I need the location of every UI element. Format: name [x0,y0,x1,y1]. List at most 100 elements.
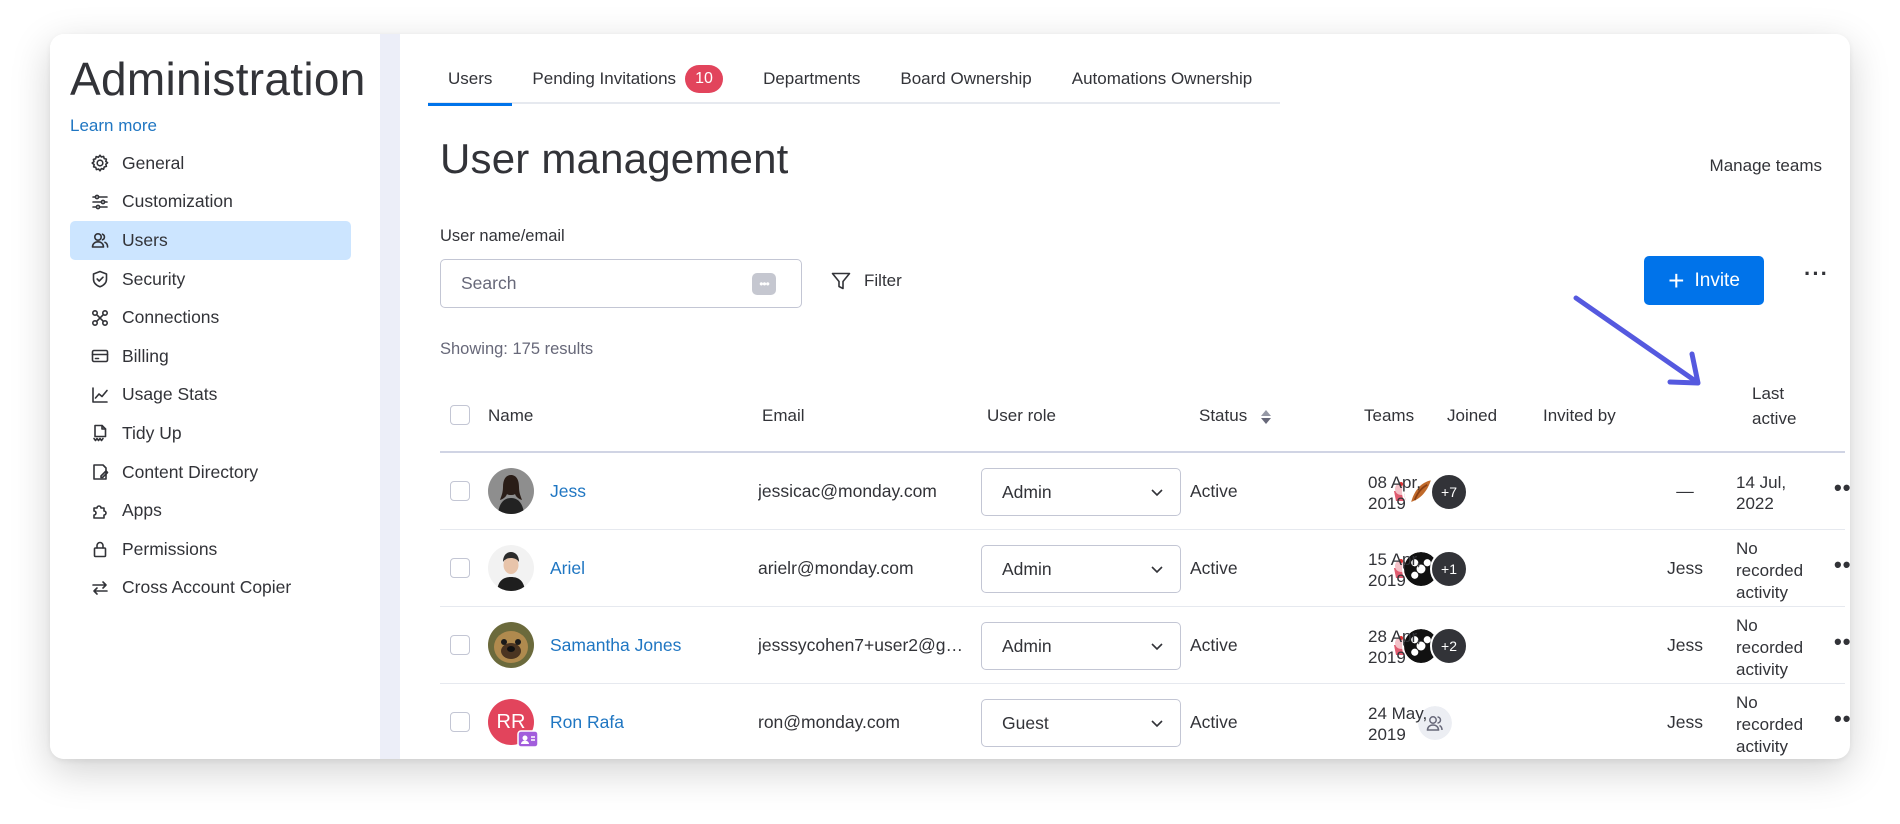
chevron-down-icon [1151,643,1163,651]
joined-date-line: 2019 [1368,648,1406,667]
sidebar-item-permissions[interactable]: Permissions [70,530,351,569]
user-role-dropdown[interactable]: Admin [981,468,1181,516]
row-checkbox[interactable] [450,635,470,655]
user-role-dropdown[interactable]: Admin [981,545,1181,593]
sidebar-item-label: Billing [122,345,169,366]
tab-users[interactable]: Users [428,54,513,106]
user-role-value: Admin [1002,481,1052,502]
sliders-icon [90,192,110,212]
sidebar-item-users[interactable]: Users [70,221,351,260]
last-active: No recorded activity [1736,615,1803,681]
sidebar-item-apps[interactable]: Apps [70,491,351,530]
teams-more-count: +1 [1430,550,1468,588]
user-name-link[interactable]: Ariel [550,558,585,579]
joined-date: 15 Apr, 2019 [1368,549,1421,591]
user-role-value: Admin [1002,558,1052,579]
user-role-value: Guest [1002,712,1049,733]
sidebar-item-label: Users [122,229,168,250]
row-more-icon[interactable]: ••• [1834,552,1850,578]
sidebar-item-label: Security [122,268,186,289]
learn-more-link[interactable]: Learn more [70,116,157,136]
row-more-icon[interactable]: ••• [1834,706,1850,732]
col-last-active: Last active [1752,381,1796,431]
last-active: No recorded activity [1736,692,1803,758]
user-name-link[interactable]: Ron Rafa [550,712,624,733]
user-role-dropdown[interactable]: Admin [981,622,1181,670]
plus-icon: + [1668,264,1685,296]
sidebar-item-general[interactable]: General [70,144,351,183]
col-status[interactable]: Status [1199,406,1272,426]
col-name: Name [488,406,534,425]
tab-label: Users [448,69,493,88]
chevron-down-icon [1151,566,1163,574]
line-chart-icon [90,385,110,405]
col-user-role: User role [987,406,1056,425]
search-options-icon[interactable]: ••• [752,273,776,295]
sidebar-item-customization[interactable]: Customization [70,183,351,222]
tab-label: Pending Invitations [532,69,677,88]
row-checkbox[interactable] [450,481,470,501]
tab-automations-ownership[interactable]: Automations Ownership [1052,54,1272,104]
last-active-line: 14 Jul, [1736,473,1787,492]
tab-bar: Users Pending Invitations 10 Departments… [428,54,1280,106]
avatar: RR [488,699,539,748]
sidebar-item-label: Tidy Up [122,422,182,443]
sidebar-item-cross-account-copier[interactable]: Cross Account Copier [70,569,351,608]
sidebar-item-security[interactable]: Security [70,260,351,299]
user-name-link[interactable]: Jess [550,481,586,502]
joined-date-line: 2019 [1368,725,1406,744]
joined-date-line: 24 May, [1368,704,1428,723]
row-checkbox[interactable] [450,558,470,578]
table-header: Name Email User role Status Teams Joined… [440,377,1845,453]
sidebar-divider [380,34,400,759]
joined-date-line: 15 Apr, [1368,550,1421,569]
sidebar-title: Administration [70,53,366,105]
user-status: Active [1190,558,1238,578]
user-role-dropdown[interactable]: Guest [981,699,1181,747]
col-email: Email [762,406,805,425]
table-row: RR Ron Rafa ron@monday.com Guest Active … [440,684,1850,759]
sort-icon [1260,409,1271,424]
sidebar-item-tidy-up[interactable]: Tidy Up [70,414,351,453]
col-invited-by: Invited by [1543,406,1616,425]
select-all-checkbox[interactable] [450,405,470,425]
sidebar-item-label: Apps [122,500,162,521]
teams-more-count: +7 [1430,473,1468,511]
last-active-line: No [1736,539,1758,558]
sidebar-item-label: Cross Account Copier [122,577,292,598]
user-role-value: Admin [1002,635,1052,656]
row-more-icon[interactable]: ••• [1834,629,1850,655]
search-box: ••• [440,259,802,308]
credit-card-icon [90,346,110,366]
sidebar-item-label: Connections [122,307,220,328]
sidebar-item-usage-stats[interactable]: Usage Stats [70,376,351,415]
tab-board-ownership[interactable]: Board Ownership [880,54,1051,104]
joined-date-line: 2019 [1368,571,1406,590]
tab-pending-invitations[interactable]: Pending Invitations 10 [512,54,743,104]
user-email: arielr@monday.com [758,558,914,578]
guest-badge-icon [517,730,539,748]
sidebar-item-label: Permissions [122,538,218,559]
last-active: 14 Jul, 2022 [1736,472,1786,514]
filter-button[interactable]: Filter [830,270,902,292]
search-input[interactable] [461,273,731,294]
user-email: jessicac@monday.com [758,481,937,501]
arrows-swap-icon [90,578,110,598]
table-row: Ariel arielr@monday.com Admin Active +1 … [440,530,1850,607]
teams-more-count: +2 [1430,627,1468,665]
row-more-icon[interactable]: ••• [1834,475,1850,501]
user-status: Active [1190,635,1238,655]
sidebar-item-billing[interactable]: Billing [70,337,351,376]
last-active-line: recorded [1736,561,1804,580]
manage-teams-link[interactable]: Manage teams [1710,156,1822,176]
sidebar-item-connections[interactable]: Connections [70,298,351,337]
sidebar-item-content-directory[interactable]: Content Directory [70,453,351,492]
tab-departments[interactable]: Departments [743,54,880,104]
lock-icon [90,539,110,559]
user-name-link[interactable]: Samantha Jones [550,635,681,656]
invited-by: Jess [1667,558,1703,578]
row-checkbox[interactable] [450,712,470,732]
admin-window: Administration Learn more General Custom… [50,34,1850,759]
joined-date-line: 08 Apr, [1368,473,1421,492]
more-options-icon[interactable]: ··· [1804,261,1829,287]
